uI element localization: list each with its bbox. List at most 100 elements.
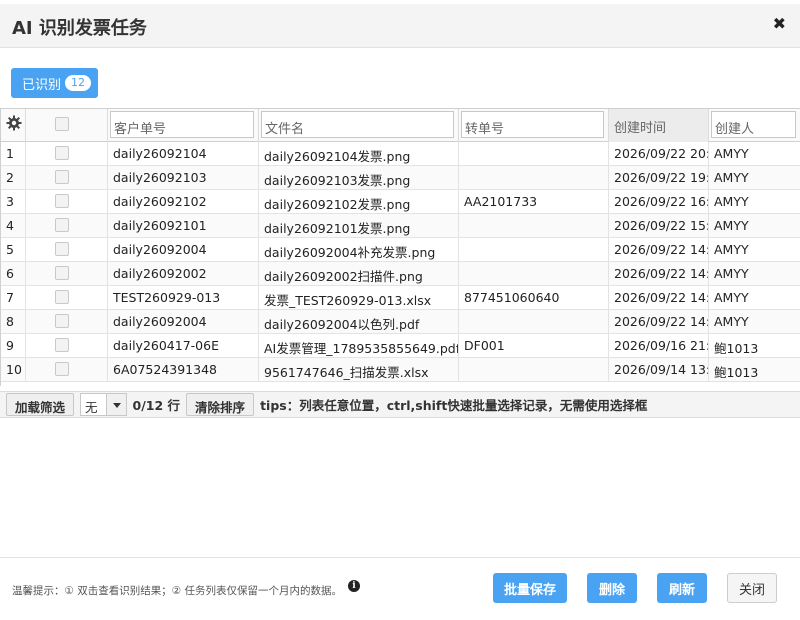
cell-created-at: 2026/09/22 14:38: [609,310,709,334]
refresh-button[interactable]: 刷新 [657,573,707,603]
select-all-checkbox[interactable] [55,117,69,131]
cell-creator: AMYY [709,142,800,166]
cell-creator: 鲍1013 [709,358,800,382]
row-checkbox-cell[interactable] [26,238,108,262]
cell-file-name: 9561747646_扫描发票.xlsx [259,358,459,382]
row-number: 8 [1,310,26,334]
row-count: 0/12 行 [132,398,181,413]
row-checkbox-cell[interactable] [26,334,108,358]
cell-created-at: 2026/09/22 16:42: [609,190,709,214]
row-checkbox[interactable] [55,170,69,184]
cell-customer-no: daily26092102 [108,190,259,214]
row-number: 10 [1,358,26,382]
table-row[interactable]: 4 daily26092101 daily26092101发票.png 2026/09… [1,214,800,238]
header-created-at[interactable]: 创建时间 [609,109,709,142]
tab-recognized-label: 已识别 [22,77,62,93]
cell-transfer-no [459,142,609,166]
close-icon[interactable]: ✖ [773,14,786,33]
cell-created-at: 2026/09/16 21:36: [609,334,709,358]
task-grid: 客户单号 文件名 转单号 创建时间 创建人 1 daily26092104 dail… [0,108,800,386]
row-checkbox[interactable] [55,362,69,376]
table-row[interactable]: 3 daily26092102 daily26092102发票.png AA21017… [1,190,800,214]
toolbar-tips: tips：列表任意位置，ctrl,shift快速批量选择记录，无需使用选择框 [260,398,648,413]
cell-file-name: daily26092104发票.png [259,142,459,166]
row-checkbox[interactable] [55,266,69,280]
cell-file-name: daily26092101发票.png [259,214,459,238]
row-checkbox-cell[interactable] [26,214,108,238]
dialog-title: AI 识别发票任务 [12,18,147,39]
table-row[interactable]: 6 daily26092002 daily26092002扫描件.png 2026/0… [1,262,800,286]
footer-hint: 温馨提示：① 双击查看识别结果；② 任务列表仅保留一个月内的数据。 [12,585,343,597]
cell-transfer-no: DF001 [459,334,609,358]
cell-customer-no: daily26092104 [108,142,259,166]
row-checkbox[interactable] [55,290,69,304]
cell-file-name: daily26092103发票.png [259,166,459,190]
cell-created-at: 2026/09/22 15:58: [609,214,709,238]
cell-created-at: 2026/09/14 13:20: [609,358,709,382]
table-row[interactable]: 2 daily26092103 daily26092103发票.png 2026/09… [1,166,800,190]
cell-transfer-no: AA2101733 [459,190,609,214]
table-row[interactable]: 8 daily26092004 daily26092004以色列.pdf 2026/0… [1,310,800,334]
row-number: 1 [1,142,26,166]
tab-recognized[interactable]: 已识别 12 [11,68,98,98]
table-row[interactable]: 1 daily26092104 daily26092104发票.png 2026/09… [1,142,800,166]
info-icon[interactable]: i [348,580,360,592]
row-checkbox-cell[interactable] [26,142,108,166]
row-checkbox[interactable] [55,218,69,232]
footer-divider [0,557,800,558]
cell-customer-no: daily26092004 [108,238,259,262]
filter-select-value: 无 [85,400,98,415]
ai-invoice-task-dialog: AI 识别发票任务 ✖ 已识别 12 客户单号 文件名 转单号 创建时间 创建人… [0,0,800,620]
filter-select[interactable]: 无 [80,393,127,416]
cell-created-at: 2026/09/22 19:45: [609,166,709,190]
row-checkbox[interactable] [55,314,69,328]
dialog-title-bar: AI 识别发票任务 ✖ [0,4,800,48]
table-row[interactable]: 9 daily260417-06E AI发票管理_1789535855649.pdf… [1,334,800,358]
row-checkbox-cell[interactable] [26,190,108,214]
row-checkbox[interactable] [55,194,69,208]
row-checkbox-cell[interactable] [26,310,108,334]
header-creator[interactable]: 创建人 [709,109,800,142]
cell-customer-no: daily26092002 [108,262,259,286]
cell-file-name: daily26092002扫描件.png [259,262,459,286]
header-select-all[interactable] [26,109,108,142]
cell-customer-no: daily26092004 [108,310,259,334]
row-checkbox-cell[interactable] [26,358,108,382]
cell-creator: AMYY [709,286,800,310]
cell-creator: 鲍1013 [709,334,800,358]
batch-save-button[interactable]: 批量保存 [493,573,567,603]
row-checkbox[interactable] [55,338,69,352]
row-number: 3 [1,190,26,214]
table-row[interactable]: 7 TEST260929-013 发票_TEST260929-013.xlsx 877… [1,286,800,310]
chevron-down-icon[interactable] [105,394,126,415]
cell-creator: AMYY [709,238,800,262]
cell-created-at: 2026/09/22 20:06: [609,142,709,166]
row-number: 2 [1,166,26,190]
table-row[interactable]: 5 daily26092004 daily26092004补充发票.png 2026/… [1,238,800,262]
header-customer-no[interactable]: 客户单号 [108,109,259,142]
row-number: 9 [1,334,26,358]
cell-creator: AMYY [709,310,800,334]
clear-sort-button[interactable]: 清除排序 [186,393,255,416]
cell-file-name: daily26092004补充发票.png [259,238,459,262]
row-number: 6 [1,262,26,286]
load-filter-button[interactable]: 加载筛选 [6,393,75,416]
header-transfer-no[interactable]: 转单号 [459,109,609,142]
row-checkbox[interactable] [55,146,69,160]
cell-creator: AMYY [709,190,800,214]
delete-button[interactable]: 删除 [587,573,637,603]
cell-transfer-no [459,238,609,262]
row-checkbox-cell[interactable] [26,166,108,190]
close-button[interactable]: 关闭 [727,573,777,603]
column-settings-gear[interactable] [1,109,26,142]
cell-file-name: daily26092004以色列.pdf [259,310,459,334]
cell-customer-no: 6A07524391348 [108,358,259,382]
header-file-name[interactable]: 文件名 [259,109,459,142]
table-row[interactable]: 10 6A07524391348 9561747646_扫描发票.xlsx 2026/… [1,358,800,382]
cell-transfer-no [459,262,609,286]
cell-customer-no: daily26092103 [108,166,259,190]
row-checkbox[interactable] [55,242,69,256]
row-checkbox-cell[interactable] [26,262,108,286]
cell-created-at: 2026/09/22 14:45: [609,238,709,262]
row-checkbox-cell[interactable] [26,286,108,310]
